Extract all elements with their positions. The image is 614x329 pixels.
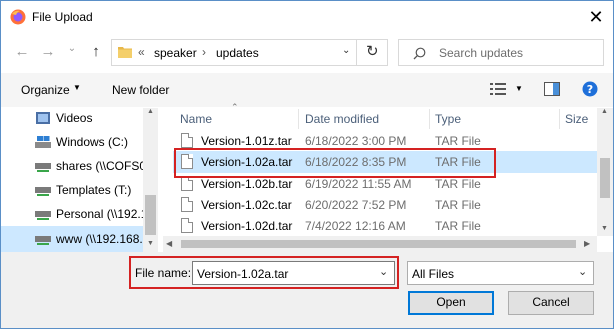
file-row-4[interactable]: Version-1.02c.tar 6/20/2022 7:52 PM TAR …	[173, 194, 597, 216]
organize-dropdown-icon[interactable]: ▼	[73, 83, 81, 92]
recent-locations-chevron-icon[interactable]: ⌄	[63, 43, 81, 54]
file-type: TAR File	[435, 134, 481, 148]
scroll-left-icon[interactable]: ◀	[166, 239, 172, 248]
scrollbar-thumb[interactable]	[600, 158, 610, 198]
filename-value: Version-1.02a.tar	[197, 267, 289, 281]
organize-button[interactable]: Organize	[21, 83, 70, 97]
column-header-type[interactable]: Type	[435, 112, 461, 126]
search-icon	[413, 47, 426, 60]
file-type: TAR File	[435, 177, 481, 191]
new-folder-button[interactable]: New folder	[112, 83, 169, 97]
breadcrumb-updates[interactable]: updates	[216, 46, 259, 60]
back-arrow-icon[interactable]: ←	[13, 43, 31, 60]
sidebar-item-videos[interactable]: Videos	[1, 106, 143, 130]
filename-label: File name:	[135, 266, 192, 280]
sidebar-item-windows-c[interactable]: Windows (C:)	[1, 130, 143, 154]
drive-icon	[35, 136, 51, 148]
sidebar-item-personal[interactable]: Personal (\\192.1	[1, 202, 143, 226]
preview-pane-icon[interactable]	[544, 82, 560, 96]
scroll-right-icon[interactable]: ▶	[584, 239, 590, 248]
filename-input[interactable]: Version-1.02a.tar ⌄	[192, 261, 395, 285]
cancel-button[interactable]: Cancel	[508, 291, 594, 315]
sidebar-item-www[interactable]: www (\\192.168.	[1, 226, 143, 252]
sidebar-item-label: shares (\\COFS0	[56, 159, 143, 173]
file-date: 6/18/2022 3:00 PM	[305, 134, 407, 148]
scrollbar-thumb[interactable]	[145, 195, 156, 235]
address-overflow[interactable]: «	[138, 45, 145, 59]
file-type: TAR File	[435, 219, 481, 233]
file-row-5[interactable]: Version-1.02d.tar 7/4/2022 12:16 AM TAR …	[173, 215, 597, 237]
column-divider	[559, 109, 560, 129]
view-options-icon[interactable]	[490, 83, 506, 95]
file-list-vertical-scrollbar[interactable]: ▲ ▼	[597, 108, 613, 236]
navigation-pane: Videos Windows (C:) shares (\\COFS0 Temp…	[1, 108, 158, 252]
search-placeholder: Search updates	[439, 46, 524, 60]
sidebar-item-label: Videos	[56, 111, 93, 125]
file-upload-dialog: File Upload ✕ ← → ⌄ ↑ « speaker › update…	[0, 0, 614, 329]
scroll-down-icon[interactable]: ▼	[147, 240, 154, 247]
sidebar-item-shares[interactable]: shares (\\COFS0	[1, 154, 143, 178]
file-name: Version-1.01z.tar	[201, 134, 292, 148]
open-button[interactable]: Open	[408, 291, 494, 315]
videos-icon	[36, 112, 50, 124]
refresh-button[interactable]: ↻	[356, 39, 388, 66]
sidebar-item-label: Windows (C:)	[56, 135, 129, 149]
scroll-up-icon[interactable]: ▲	[147, 108, 154, 115]
close-button[interactable]: ✕	[581, 5, 611, 29]
breadcrumb-separator: ›	[202, 45, 206, 59]
file-icon	[181, 197, 193, 212]
file-name: Version-1.02d.tar	[201, 219, 293, 233]
network-drive-icon	[35, 187, 51, 196]
sort-ascending-icon: ⌃	[231, 102, 239, 112]
navigation-pane-scrollbar[interactable]: ▲ ▼	[143, 108, 158, 252]
file-list-horizontal-scrollbar[interactable]: ◀ ▶	[163, 236, 597, 252]
sidebar-item-label: Templates (T:)	[56, 183, 132, 197]
firefox-icon	[10, 9, 26, 25]
network-drive-icon	[35, 211, 51, 220]
file-date: 6/20/2022 7:52 PM	[305, 198, 407, 212]
file-icon	[181, 176, 193, 191]
network-drive-icon	[35, 163, 51, 172]
sidebar-item-templates[interactable]: Templates (T:)	[1, 178, 143, 202]
filter-dropdown-chevron-icon[interactable]: ⌄	[578, 265, 587, 278]
view-dropdown-icon[interactable]: ▼	[515, 84, 523, 93]
sidebar-item-label: www (\\192.168.	[56, 232, 143, 246]
file-date: 6/19/2022 11:55 AM	[305, 177, 412, 191]
breadcrumb-speaker[interactable]: speaker	[154, 46, 197, 60]
column-divider	[298, 109, 299, 129]
file-type: TAR File	[435, 198, 481, 212]
filename-dropdown-chevron-icon[interactable]: ⌄	[379, 265, 388, 278]
file-type-filter-select[interactable]: All Files ⌄	[407, 261, 594, 285]
search-box[interactable]: Search updates	[398, 39, 604, 66]
column-header-name[interactable]: Name	[180, 112, 212, 126]
forward-arrow-icon[interactable]: →	[39, 43, 57, 60]
up-arrow-icon[interactable]: ↑	[87, 43, 105, 60]
title-bar: File Upload ✕	[1, 1, 613, 33]
file-name: Version-1.02c.tar	[201, 198, 292, 212]
window-title: File Upload	[32, 10, 93, 24]
folder-icon	[118, 47, 132, 58]
address-bar[interactable]: « speaker › updates ⌄	[111, 39, 388, 66]
file-icon	[181, 218, 193, 233]
help-icon[interactable]: ?	[582, 81, 598, 97]
network-drive-icon	[35, 236, 51, 245]
scroll-down-icon[interactable]: ▼	[601, 225, 608, 232]
file-type-filter-value: All Files	[412, 267, 455, 281]
scrollbar-thumb[interactable]	[181, 240, 576, 248]
file-name: Version-1.02b.tar	[201, 177, 293, 191]
file-date: 7/4/2022 12:16 AM	[305, 219, 406, 233]
column-header-date[interactable]: Date modified	[305, 112, 379, 126]
column-header-size[interactable]: Size	[565, 112, 588, 126]
column-divider	[429, 109, 430, 129]
sidebar-item-label: Personal (\\192.1	[56, 207, 143, 221]
svg-text:?: ?	[587, 83, 593, 96]
refresh-icon: ↻	[366, 43, 379, 60]
scroll-up-icon[interactable]: ▲	[601, 108, 608, 115]
address-dropdown-chevron-icon[interactable]: ⌄	[342, 45, 350, 56]
file-icon	[181, 133, 193, 148]
highlight-selected-file	[174, 148, 496, 178]
